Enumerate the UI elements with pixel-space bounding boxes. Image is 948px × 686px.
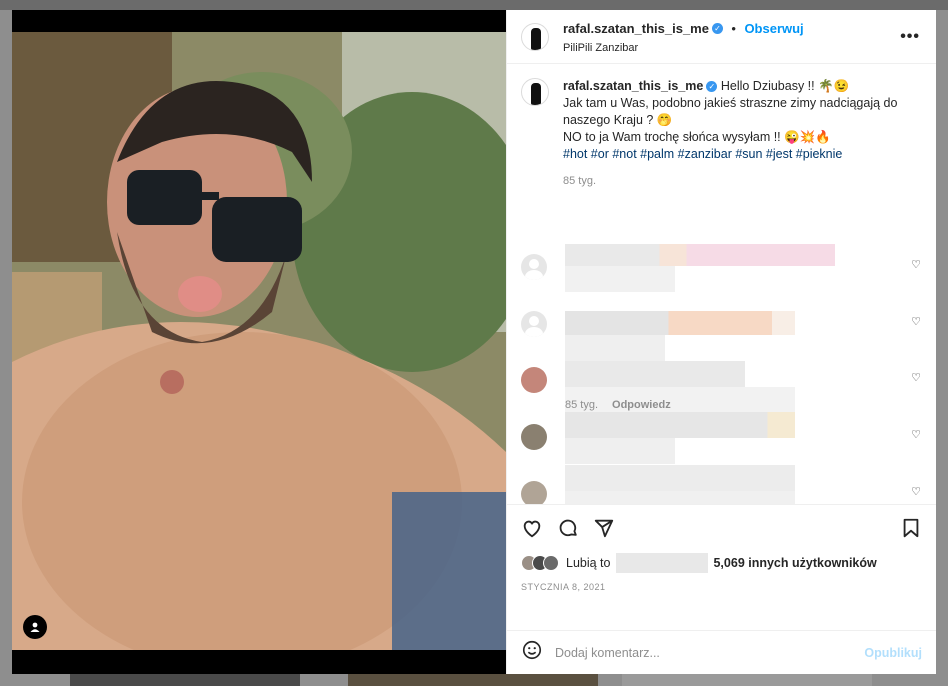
pixelated-comment: [565, 335, 665, 361]
comment-bubble-icon[interactable]: [557, 517, 579, 539]
verified-badge-icon: ✓: [706, 81, 718, 93]
likes-summary: Lubią to 5,069 innych użytkowników: [521, 553, 877, 573]
comment-row: ♡: [521, 465, 921, 504]
comment-row: ♡: [521, 244, 921, 292]
pixelated-liker-name: [616, 553, 709, 573]
photo-illustration: [12, 32, 506, 650]
publish-button[interactable]: Opublikuj: [864, 646, 922, 660]
commenter-avatar[interactable]: [521, 424, 547, 450]
post-sidebar: rafal.szatan_this_is_me ✓ • Obserwuj Pili…: [506, 10, 936, 674]
commenter-avatar[interactable]: [521, 254, 547, 280]
bookmark-save-icon[interactable]: [900, 517, 922, 539]
reply-button[interactable]: Odpowiedz: [612, 399, 671, 411]
commenter-avatar[interactable]: [521, 367, 547, 393]
likes-prefix: Lubią to: [566, 556, 611, 570]
post-date[interactable]: STYCZNIA 8, 2021: [521, 582, 606, 592]
follow-button[interactable]: Obserwuj: [744, 21, 803, 36]
caption-age: 85 tyg.: [563, 175, 597, 187]
background-thumbnail: [622, 672, 872, 686]
pixelated-comment: [565, 266, 675, 292]
pixelated-comment: [565, 465, 795, 491]
comment-row: ♡: [521, 311, 921, 361]
caption-line: NO to ja Wam trochę słońca wysyłam !! 😜💥…: [563, 130, 831, 144]
comment-like-heart-icon[interactable]: ♡: [911, 371, 921, 384]
background-strip: [0, 0, 948, 10]
comment-row: ♡: [521, 412, 921, 464]
caption-line: Hello Dziubasy !! 🌴😉: [720, 79, 850, 93]
pixelated-comment: [565, 438, 675, 464]
post-modal: rafal.szatan_this_is_me ✓ • Obserwuj Pili…: [12, 10, 936, 674]
photo-image: [12, 32, 506, 650]
post-header: rafal.szatan_this_is_me ✓ • Obserwuj Pili…: [507, 10, 936, 64]
like-heart-icon[interactable]: [521, 517, 543, 539]
background-thumbnail: [348, 672, 598, 686]
comment-like-heart-icon[interactable]: ♡: [911, 428, 921, 441]
author-username[interactable]: rafal.szatan_this_is_me: [563, 21, 709, 36]
background-thumbnail: [70, 672, 300, 686]
comment-like-heart-icon[interactable]: ♡: [911, 315, 921, 328]
comment-age: 85 tyg.: [565, 399, 599, 411]
post-actions: Lubią to 5,069 innych użytkowników STYCZ…: [507, 504, 936, 630]
pixelated-comment: [565, 244, 835, 266]
likes-count-link[interactable]: 5,069 innych użytkowników: [713, 556, 876, 570]
add-comment-bar: Opublikuj: [507, 630, 936, 674]
caption-avatar[interactable]: [521, 78, 549, 106]
pixelated-comment: [565, 491, 795, 504]
location-link[interactable]: PiliPili Zanzibar: [563, 42, 804, 54]
caption-hashtags[interactable]: #hot #or #not #palm #zanzibar #sun #jest…: [563, 147, 842, 161]
pixelated-comment: [565, 311, 795, 335]
comments-list[interactable]: rafal.szatan_this_is_me ✓ Hello Dziubasy …: [507, 64, 936, 504]
separator-dot: •: [731, 20, 736, 36]
caption: rafal.szatan_this_is_me ✓ Hello Dziubasy …: [521, 78, 920, 190]
emoji-smiley-icon[interactable]: [521, 639, 543, 666]
pixelated-comment: [565, 361, 745, 387]
liker-avatar[interactable]: [543, 555, 559, 571]
comment-meta: 85 tyg. Odpowiedz: [565, 399, 671, 411]
post-photo[interactable]: [12, 10, 506, 674]
share-paper-plane-icon[interactable]: [593, 517, 615, 539]
comment-like-heart-icon[interactable]: ♡: [911, 485, 921, 498]
caption-line: Jak tam u Was, podobno jakieś straszne z…: [563, 96, 898, 127]
commenter-avatar[interactable]: [521, 311, 547, 337]
comment-input[interactable]: [555, 645, 855, 660]
pixelated-comment: [565, 412, 795, 438]
caption-username[interactable]: rafal.szatan_this_is_me: [563, 79, 703, 93]
comment-like-heart-icon[interactable]: ♡: [911, 258, 921, 271]
comment-row: ♡: [521, 361, 921, 413]
commenter-avatar[interactable]: [521, 481, 547, 504]
more-options-icon[interactable]: •••: [900, 28, 920, 46]
tagged-users-icon[interactable]: [23, 615, 47, 639]
author-avatar[interactable]: [521, 22, 549, 51]
verified-badge-icon: ✓: [711, 22, 723, 34]
